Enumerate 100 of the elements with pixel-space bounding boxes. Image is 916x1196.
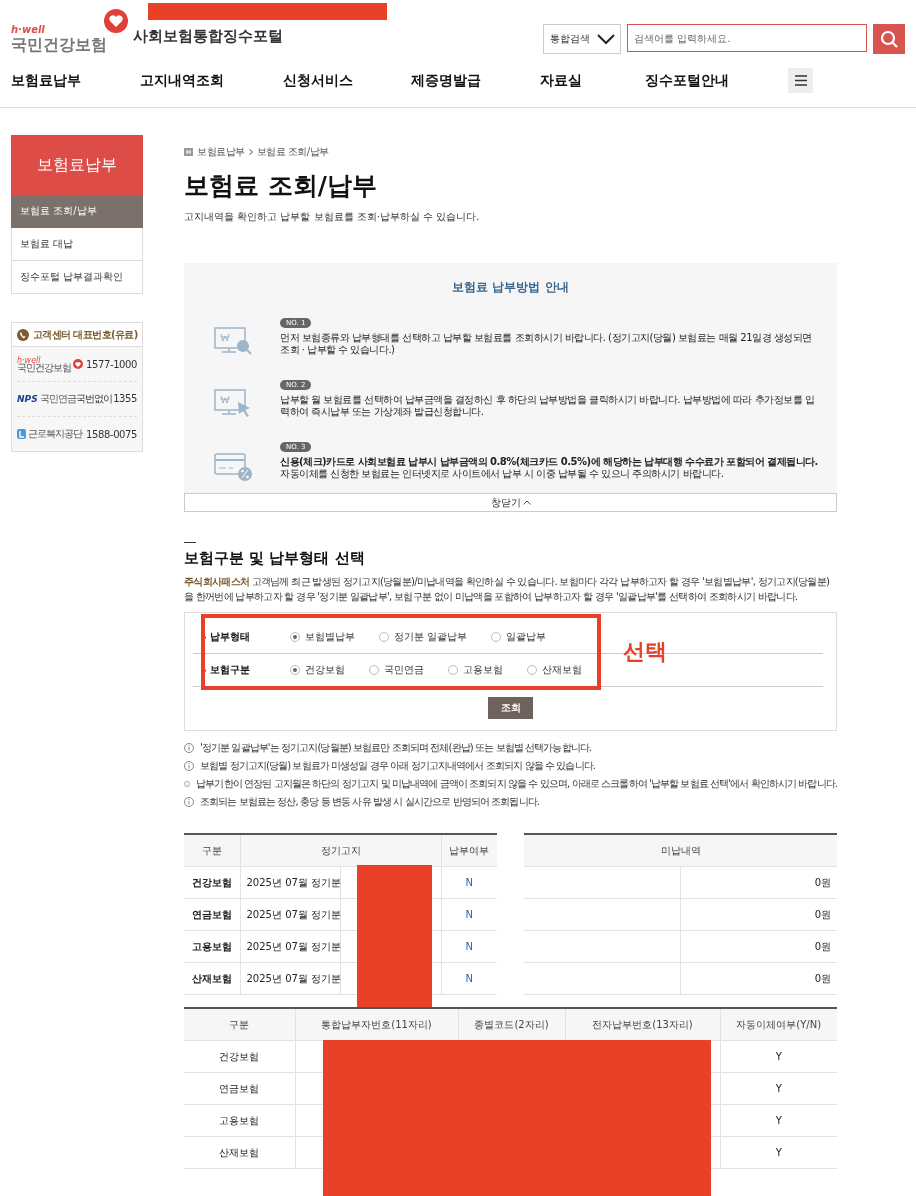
close-button[interactable]: 창닫기 [184, 493, 837, 512]
radio-option[interactable]: 고용보험 [448, 663, 503, 677]
table-cell: N [441, 898, 497, 931]
column-header: 구분 [184, 1008, 295, 1041]
column-header: 정기고지 [240, 834, 441, 867]
radio-option[interactable]: 국민연금 [369, 663, 424, 677]
heart-logo-icon [73, 359, 83, 369]
nav-item[interactable]: 신청서비스 [283, 71, 411, 90]
breadcrumb-link[interactable]: 보험료납부 [197, 145, 245, 159]
table-cell: 0원 [680, 930, 837, 963]
info-icon [184, 779, 191, 789]
chevron-down-icon [596, 33, 616, 45]
nav-item[interactable]: 보험료납부 [11, 71, 140, 90]
menu-button[interactable] [788, 68, 813, 93]
page-description: 고지내역을 확인하고 납부할 보험료를 조회·납부하실 수 있습니다. [184, 210, 481, 224]
phone-number: 1577-1000 [86, 358, 137, 370]
org-name: 국민연금 [39, 392, 76, 406]
nav-item[interactable]: 자료실 [540, 71, 645, 90]
bullet-icon [203, 668, 206, 672]
card-percent-icon [214, 450, 254, 482]
breadcrumb-link[interactable]: 보험료 조회/납부 [256, 145, 329, 159]
radio-button[interactable] [369, 665, 379, 675]
annotation-label: 선택 [623, 638, 667, 666]
org-name: 근로복지공단 [28, 427, 82, 441]
sidebar-item[interactable]: 징수포털 납부결과확인 [11, 261, 143, 294]
radio-button[interactable] [290, 665, 300, 675]
column-header: 납부여부 [441, 834, 497, 867]
radio-option[interactable]: 일괄납부 [491, 630, 547, 644]
logo-tagline: NPS [17, 394, 38, 404]
radio-button[interactable] [290, 632, 300, 642]
search-button[interactable] [873, 24, 905, 54]
radio-option[interactable]: 정기분 일괄납부 [379, 630, 468, 644]
table-cell: 산재보험 [184, 962, 240, 995]
table-cell: 2025년 07월 정기분 [240, 930, 340, 963]
table-cell: Y [720, 1040, 837, 1073]
table-cell: 0원 [680, 866, 837, 899]
logo[interactable]: h·well 국민건강보험 [11, 24, 107, 54]
table-cell: N [441, 866, 497, 899]
radio-option[interactable]: 보험별납부 [290, 630, 355, 644]
section-title: 보험구분 및 납부형태 선택 [184, 549, 366, 568]
scope-select[interactable]: 통합검색 [543, 24, 621, 54]
call-center-title: 고객센터 대표번호(유료) [33, 327, 138, 342]
chevron-right-icon [248, 149, 253, 155]
search-icon [880, 30, 898, 48]
search-submit-button[interactable]: 조회 [488, 697, 533, 719]
note-text: 보험별 정기고지(당월) 보험료가 미생성일 경우 아래 정기고지내역에서 조회되지 않을 수 있습니다. [200, 759, 596, 773]
radio-button[interactable] [379, 632, 389, 642]
column-header: 종별코드(2자리) [458, 1008, 565, 1041]
menu-icon [794, 75, 807, 86]
home-icon [184, 148, 193, 156]
portal-title: 사회보험통합징수포털 [133, 27, 283, 46]
column-header: 통합납부자번호(11자리) [295, 1008, 458, 1041]
logo-name: 국민건강보험 [11, 35, 107, 54]
note-text: 납부기한이 연장된 고지월은 하단의 정기고지 및 미납내역에 금액이 조회되지 않을 수 있으며, 아래로 스크롤하여 '납부할 보험료 선택'에서 확인하시기 바랍니다. [196, 777, 837, 791]
table-cell: N [441, 930, 497, 963]
column-header: 자동이체여부(Y/N) [720, 1008, 837, 1041]
table-cell: 0원 [680, 962, 837, 995]
intro-text: 주식회사패스처 고객님께 최근 발생된 정기고지(당월분)/미납내역을 확인하실 수 있습니다. 보험마다 각각 납부하고자 할 경우 '보험별납부', 정기고지(당월분)을 한꺼번에 납부하고자 할 경우 '정기분 일괄납부', 보험구분 없이 미납액을 포함하여 납부하고자 할 경우 '일괄납부'를 선택하여 조회하시기 바랍니다. [184, 575, 831, 604]
number-prefix: 국번없이 [76, 392, 113, 406]
step-text: 신용(체크)카드로 사회보험료 납부시 납부금액의 0.8%(체크카드 0.5%)에 해당하는 납부대행 수수료가 포함되어 결제됩니다. 자동이체를 신청한 보험료는 인터넷지로 사이트에서 납부 시 이중 납부될 수 있으니 주의하시기 바랍니다. [280, 456, 819, 480]
table-cell: N [441, 962, 497, 995]
step-text: 납부할 월 보험료를 선택하여 납부금액을 결정하신 후 하단의 납부방법을 클릭하시기 바랍니다. 납부방법에 따라 추가정보를 입력하여 즉시납부 또는 가상계좌 발급신청합니다. [280, 394, 816, 418]
table-cell: 고용보험 [184, 1104, 295, 1137]
table-cell: 연금보험 [184, 1072, 295, 1105]
search-field[interactable]: 검색어를 입력하세요. [627, 24, 867, 52]
heart-logo-icon [103, 8, 129, 34]
radio-button[interactable] [527, 665, 537, 675]
info-icon [184, 761, 194, 771]
step-text: 먼저 보험종류와 납부형태를 선택하고 납부할 보험료를 조회하시기 바랍니다. (정기고지(당월) 보험료는 매월 21일경 생성되면 조회 · 납부할 수 있습니다.) [280, 332, 813, 356]
radio-button[interactable] [491, 632, 502, 642]
nav-item[interactable]: 징수포털안내 [645, 71, 788, 90]
chevron-up-icon [522, 500, 531, 505]
table-cell: Y [720, 1104, 837, 1137]
phone-icon [17, 328, 29, 341]
radio-button[interactable] [448, 665, 458, 675]
bullet-icon [203, 635, 206, 639]
sidebar-item[interactable]: 보험료 조회/납부 [11, 195, 143, 228]
guide-title: 보험료 납부방법 안내 [451, 279, 570, 296]
field-label: 납부형태 [210, 630, 251, 644]
table-cell: 2025년 07월 정기분 [240, 962, 340, 995]
logo-tagline: h·well [11, 24, 46, 35]
table-cell: Y [720, 1136, 837, 1169]
table-cell: 연금보험 [184, 898, 240, 931]
table-cell: Y [720, 1072, 837, 1105]
table-cell: 0원 [680, 898, 837, 931]
table-cell: 2025년 07월 정기분 [240, 866, 340, 899]
radio-option[interactable]: 건강보험 [290, 663, 345, 677]
column-header: 전자납부번호(13자리) [565, 1008, 720, 1041]
sidebar-title: 보험료납부 [11, 135, 143, 195]
nav-item[interactable]: 제증명발급 [411, 71, 540, 90]
nav-item[interactable]: 고지내역조회 [140, 71, 283, 90]
table-cell: 고용보험 [184, 930, 240, 963]
radio-option[interactable]: 산재보험 [527, 663, 582, 677]
logo-tagline: h·well [17, 357, 41, 364]
table-cell: 건강보험 [184, 866, 240, 899]
sidebar-item[interactable]: 보험료 대납 [11, 228, 143, 261]
table-cell: 건강보험 [184, 1040, 295, 1073]
phone-number: 1355 [113, 393, 137, 404]
table-cell: 2025년 07월 정기분 [240, 898, 340, 931]
field-label: 보험구분 [210, 663, 251, 677]
